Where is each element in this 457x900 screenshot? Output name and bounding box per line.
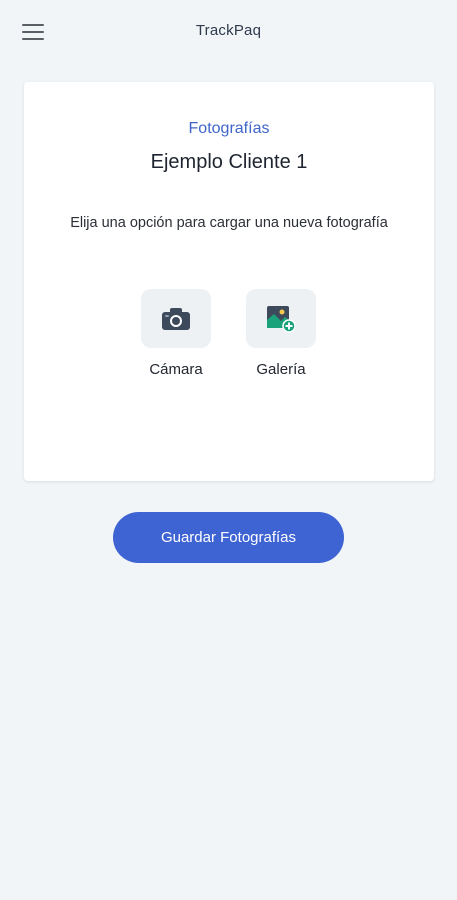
gallery-add-icon xyxy=(267,305,296,333)
photo-card: Fotografías Ejemplo Cliente 1 Elija una … xyxy=(24,82,434,481)
gallery-label: Galería xyxy=(256,361,306,378)
app-bar: TrackPaq xyxy=(0,0,457,64)
camera-label: Cámara xyxy=(149,361,203,378)
client-name: Ejemplo Cliente 1 xyxy=(150,151,308,173)
camera-tile[interactable] xyxy=(141,289,211,348)
app-title: TrackPaq xyxy=(195,22,262,39)
save-photos-button[interactable]: Guardar Fotografías xyxy=(113,512,344,563)
camera-option[interactable]: Cámara xyxy=(131,289,221,378)
card-subtitle: Fotografías xyxy=(188,120,270,137)
instruction-text: Elija una opción para cargar una nueva f… xyxy=(70,215,388,231)
gallery-option[interactable]: Galería xyxy=(236,289,326,378)
gallery-tile[interactable] xyxy=(246,289,316,348)
camera-icon xyxy=(162,307,190,330)
